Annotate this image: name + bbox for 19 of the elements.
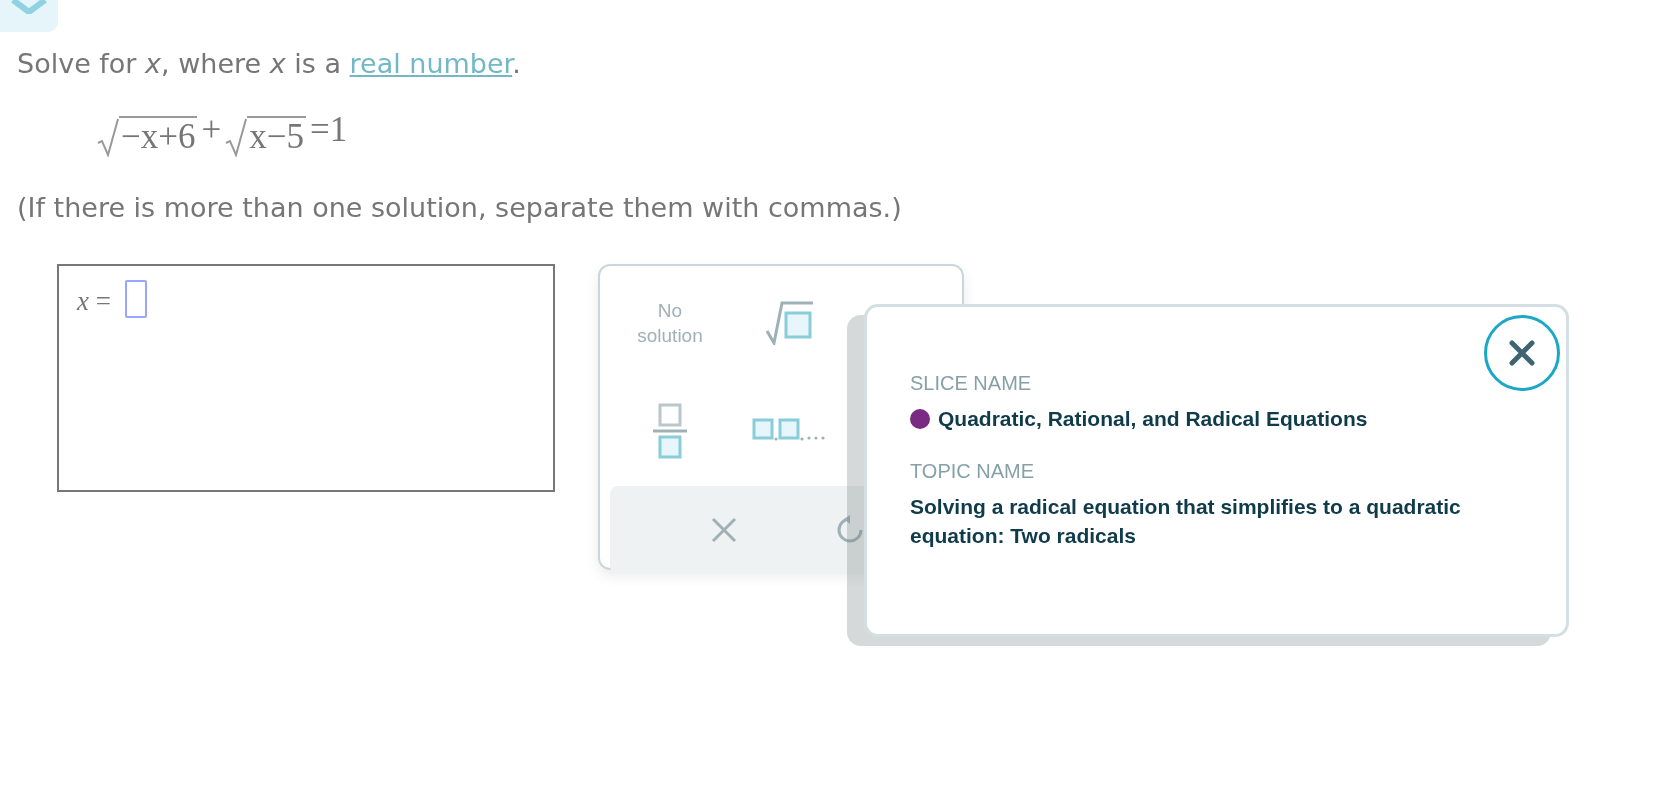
- radical-sign-icon: [225, 116, 248, 157]
- topic-name: Solving a radical equation that simplifies to a quadratic equation: Two radicals: [910, 494, 1462, 549]
- no-solution-key[interactable]: No solution: [625, 278, 715, 369]
- slice-label: SLICE NAME: [910, 371, 1033, 395]
- real-number-link[interactable]: real number: [349, 48, 513, 79]
- fraction-icon: [652, 403, 688, 460]
- collapse-tab[interactable]: [0, 0, 58, 32]
- question-text: Solve for x, where x is a real number.: [17, 48, 522, 81]
- radical-sign-icon: [97, 116, 119, 157]
- close-icon: [1509, 340, 1535, 366]
- topic-label: TOPIC NAME: [910, 459, 1036, 484]
- close-icon: [711, 517, 737, 544]
- equation: −x+6 + x−5 =1: [97, 104, 352, 157]
- answer-box[interactable]: x =: [57, 264, 555, 493]
- slice-name: Quadratic, Rational, and Radical Equations: [938, 406, 1368, 432]
- instruction-text: (If there is more than one solution, separate them with commas.): [17, 191, 903, 225]
- square-root-icon: [766, 301, 814, 346]
- answer-label: x =: [77, 288, 111, 316]
- input-slot[interactable]: [124, 280, 147, 319]
